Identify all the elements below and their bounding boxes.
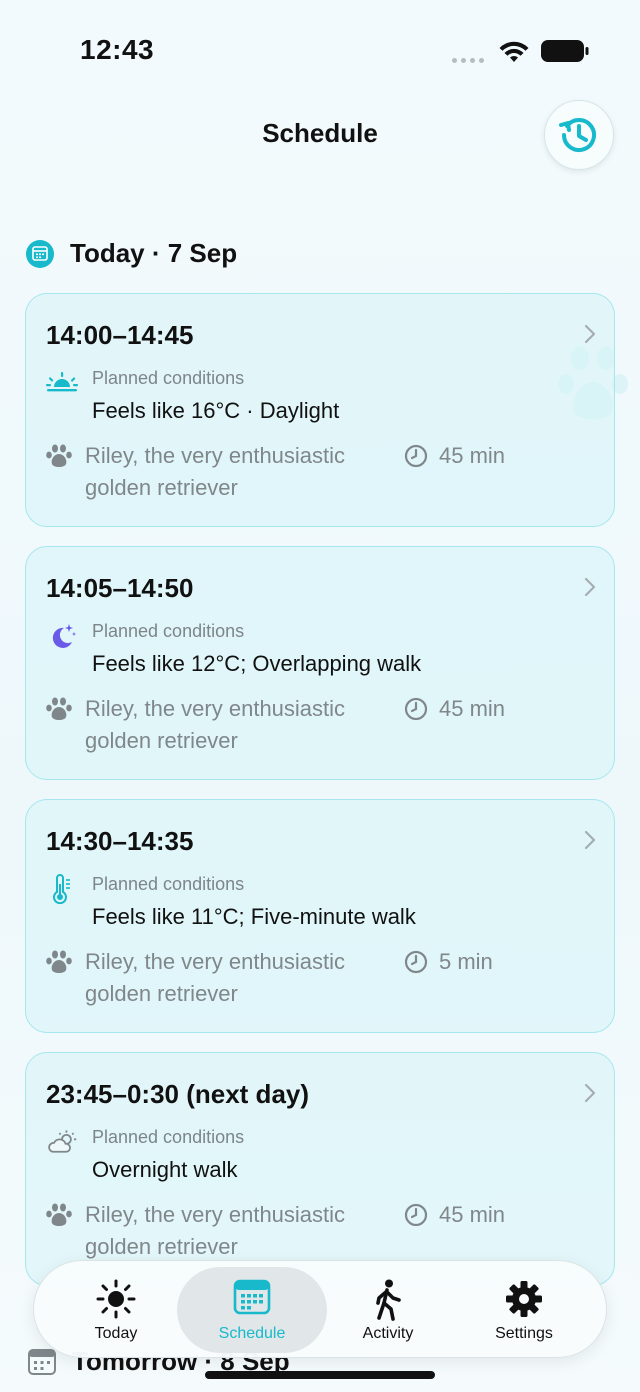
tab-today[interactable]: Today bbox=[41, 1267, 191, 1353]
sun-icon bbox=[96, 1279, 136, 1319]
wifi-icon bbox=[499, 41, 529, 62]
section-label: Today · 7 Sep bbox=[70, 238, 238, 268]
clock-icon bbox=[404, 697, 428, 721]
paw-icon bbox=[46, 697, 72, 720]
dog-name: Riley, the very enthusiastic golden retr… bbox=[85, 696, 346, 753]
home-indicator[interactable] bbox=[205, 1371, 435, 1379]
walk-card[interactable]: 14:05–14:50 Planned conditions Feels lik… bbox=[25, 546, 615, 780]
paw-icon bbox=[46, 444, 72, 467]
walk-time: 14:05–14:50 bbox=[46, 573, 194, 603]
moon-stars-icon bbox=[46, 621, 78, 651]
dog-name: Riley, the very enthusiastic golden retr… bbox=[85, 443, 346, 500]
walk-time: 14:00–14:45 bbox=[46, 320, 194, 350]
sunrise-icon bbox=[46, 368, 78, 398]
walk-duration: 45 min bbox=[439, 1202, 506, 1227]
conditions-text: Feels like 16°C · Daylight bbox=[92, 398, 340, 423]
conditions-label: Planned conditions bbox=[92, 368, 245, 388]
dog-name: Riley, the very enthusiastic golden retr… bbox=[85, 1202, 346, 1259]
cloud-sun-icon bbox=[46, 1127, 78, 1157]
gear-icon bbox=[506, 1281, 542, 1317]
clock-icon bbox=[404, 950, 428, 974]
paw-icon bbox=[46, 950, 72, 973]
tab-bar: Today Schedule Activity Settings bbox=[33, 1260, 607, 1358]
conditions-text: Feels like 11°C; Five-minute walk bbox=[92, 904, 416, 929]
clock-icon bbox=[404, 444, 428, 468]
conditions-label: Planned conditions bbox=[92, 1127, 245, 1147]
tab-label: Settings bbox=[495, 1325, 553, 1342]
history-button[interactable] bbox=[544, 100, 614, 170]
walk-duration: 45 min bbox=[439, 696, 506, 721]
walking-icon bbox=[376, 1279, 401, 1321]
walk-card[interactable]: 14:00–14:45 Planned conditions Feels lik… bbox=[25, 293, 615, 527]
status-time: 12:43 bbox=[80, 34, 155, 65]
chevron-right-icon bbox=[584, 830, 596, 850]
walk-card[interactable]: 23:45–0:30 (next day) Planned conditions… bbox=[25, 1052, 615, 1286]
chevron-right-icon bbox=[584, 324, 596, 344]
walk-card[interactable]: 14:30–14:35 Planned conditions Feels lik… bbox=[25, 799, 615, 1033]
thermometer-icon bbox=[46, 874, 78, 904]
clock-icon bbox=[404, 1203, 428, 1227]
walk-duration: 5 min bbox=[439, 949, 493, 974]
section-header-today: Today · 7 Sep bbox=[26, 238, 237, 269]
tab-label: Activity bbox=[362, 1325, 414, 1342]
calendar-icon bbox=[26, 239, 54, 268]
tab-activity[interactable]: Activity bbox=[313, 1267, 463, 1353]
tab-schedule[interactable]: Schedule bbox=[177, 1267, 327, 1353]
conditions-label: Planned conditions bbox=[92, 621, 245, 641]
clock-history-icon bbox=[559, 118, 596, 152]
tab-settings[interactable]: Settings bbox=[449, 1267, 599, 1353]
walk-duration: 45 min bbox=[439, 443, 506, 468]
tab-label: Today bbox=[94, 1325, 138, 1342]
conditions-text: Feels like 12°C; Overlapping walk bbox=[92, 651, 422, 676]
paw-icon bbox=[46, 1203, 72, 1226]
status-bar: 12:43 bbox=[0, 0, 640, 100]
battery-icon bbox=[541, 40, 589, 62]
conditions-label: Planned conditions bbox=[92, 874, 245, 894]
calendar-icon bbox=[28, 1348, 56, 1375]
conditions-text: Overnight walk bbox=[92, 1157, 238, 1182]
dog-name: Riley, the very enthusiastic golden retr… bbox=[85, 949, 346, 1006]
chevron-right-icon bbox=[584, 577, 596, 597]
chevron-right-icon bbox=[584, 1083, 596, 1103]
calendar-icon bbox=[233, 1279, 271, 1315]
signal-dots-icon bbox=[452, 58, 484, 63]
walk-time: 23:45–0:30 (next day) bbox=[46, 1079, 310, 1109]
walk-time: 14:30–14:35 bbox=[46, 826, 194, 856]
tab-label: Schedule bbox=[218, 1325, 286, 1342]
